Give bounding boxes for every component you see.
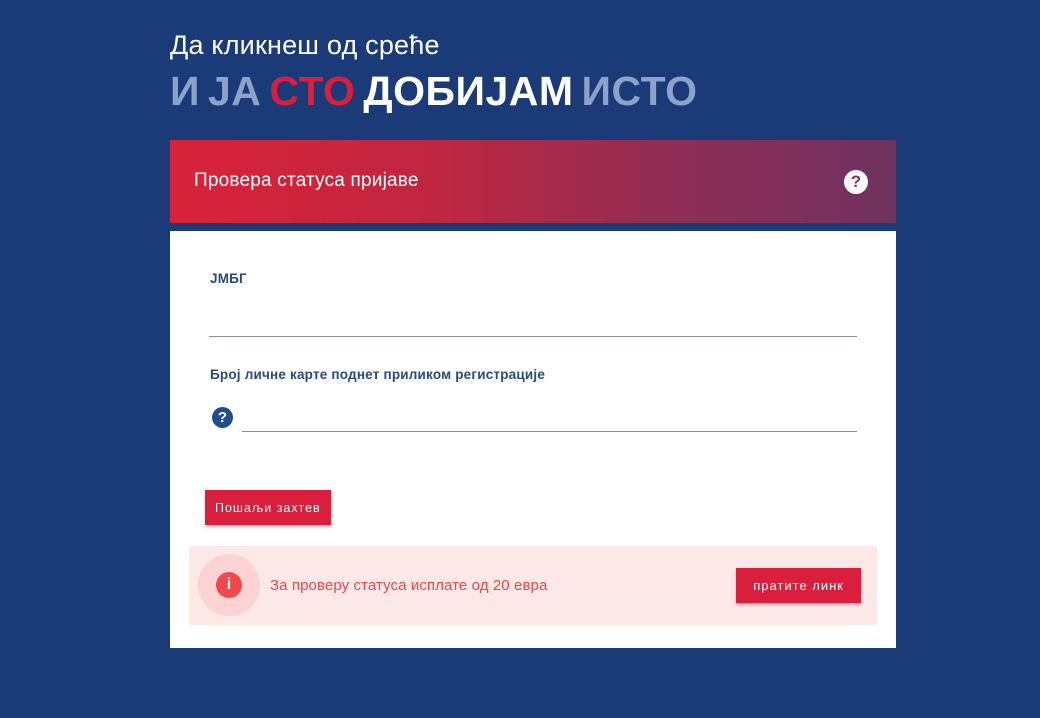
slogan-word: ЈА (207, 68, 262, 114)
hero: Да кликнеш од среће И ЈА СТО ДОБИЈАМ ИСТО (170, 28, 706, 116)
notice-icon-ring: i (198, 554, 260, 616)
notice-text: За проверу статуса исплате од 20 евра (270, 577, 548, 594)
id-card-input[interactable] (242, 408, 857, 432)
slogan-word: ИСТО (581, 68, 698, 114)
id-card-label: Број личне карте поднет приликом регистр… (210, 367, 546, 382)
hero-slogan: И ЈА СТО ДОБИЈАМ ИСТО (170, 66, 706, 116)
info-notice: i За проверу статуса исплате од 20 евра … (189, 546, 877, 625)
card-header: Провера статуса пријаве ? (170, 140, 896, 223)
slogan-word: СТО (269, 68, 356, 114)
follow-link-button[interactable]: пратите линк (736, 568, 861, 603)
submit-button[interactable]: Пошаљи захтев (205, 490, 331, 525)
info-circle-icon: i (216, 572, 242, 598)
card-title: Провера статуса пријаве (194, 170, 419, 191)
question-circle-icon[interactable]: ? (212, 407, 233, 428)
slogan-word: И (170, 68, 200, 114)
jmbg-input[interactable] (209, 313, 857, 337)
question-circle-icon[interactable]: ? (844, 170, 868, 194)
hero-subtitle: Да кликнеш од среће (170, 30, 440, 60)
jmbg-label: ЈМБГ (210, 271, 247, 286)
slogan-word: ДОБИЈАМ (363, 68, 574, 114)
status-form: ЈМБГ Број личне карте поднет приликом ре… (170, 231, 896, 648)
